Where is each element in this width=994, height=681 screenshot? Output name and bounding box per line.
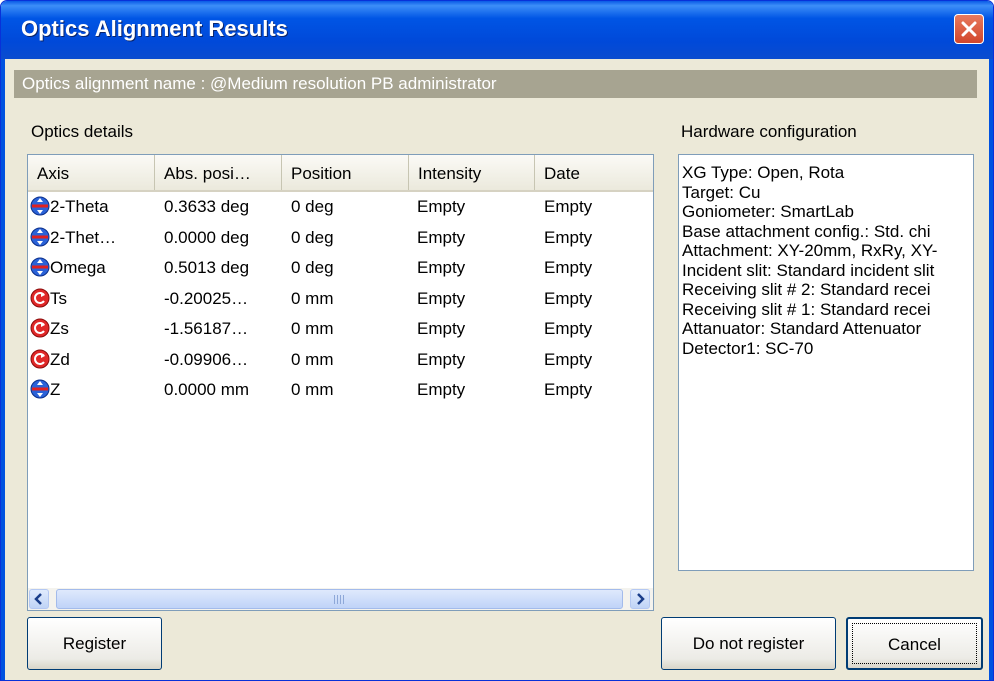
table-row[interactable]: Zd -0.09906… 0 mm Empty Empty xyxy=(28,344,653,375)
rotate-axis-icon xyxy=(30,288,50,308)
cell-axis: 2-Theta xyxy=(50,197,109,216)
cell-pos: 0 deg xyxy=(291,258,334,277)
table-row[interactable]: Zs -1.56187… 0 mm Empty Empty xyxy=(28,313,653,344)
optics-details-list[interactable]: Axis Abs. posi… Position Intensity Date … xyxy=(27,154,654,611)
cell-date: Empty xyxy=(544,227,593,247)
window-title: Optics Alignment Results xyxy=(21,16,288,41)
hardware-config-line: XG Type: Open, Rota xyxy=(682,163,845,182)
column-header-intensity[interactable]: Intensity xyxy=(409,155,535,190)
cell-pos: 0 mm xyxy=(291,319,334,338)
do-not-register-button[interactable]: Do not register xyxy=(661,617,836,670)
cell-axis: Omega xyxy=(50,258,106,277)
cell-date: Empty xyxy=(544,288,593,308)
hardware-config-line: Detector1: SC-70 xyxy=(682,338,814,358)
cell-date: Empty xyxy=(544,319,593,338)
cell-intensity: Empty xyxy=(417,380,466,399)
cell-axis: Ts xyxy=(50,288,67,308)
optics-details-label: Optics details xyxy=(31,122,134,141)
window-frame-left xyxy=(1,59,5,680)
hardware-config-line: Receiving slit # 1: Standard recei xyxy=(682,299,931,319)
window-frame-right xyxy=(989,59,993,680)
table-row[interactable]: 2-Thet… 0.0000 deg 0 deg Empty Empty xyxy=(28,222,653,253)
hardware-config-lines: XG Type: Open, Rota Target: Cu Goniometer:… xyxy=(682,163,973,358)
hardware-config-line: Receiving slit # 2: Standard recei xyxy=(682,280,931,299)
cell-date: Empty xyxy=(544,380,593,399)
cell-abs: 0.0000 mm xyxy=(164,380,250,399)
hardware-config-line: Attanuator: Standard Attenuator xyxy=(682,319,922,338)
cell-intensity: Empty xyxy=(417,258,466,277)
cell-abs: 0.0000 deg xyxy=(164,227,250,247)
column-header-position[interactable]: Position xyxy=(282,155,409,190)
optics-alignment-dialog: Optics Alignment Results Optics alignmen… xyxy=(0,0,994,681)
cell-abs: -0.09906… xyxy=(164,349,249,369)
alignment-name-bar: Optics alignment name : @Medium resoluti… xyxy=(14,70,977,98)
theta-axis-icon xyxy=(30,196,50,216)
hardware-config-line: Target: Cu xyxy=(682,182,761,202)
cell-axis: Zd xyxy=(50,349,70,369)
horizontal-scrollbar[interactable] xyxy=(28,588,653,610)
table-row[interactable]: 2-Theta 0.3633 deg 0 deg Empty Empty xyxy=(28,191,653,222)
theta-axis-icon xyxy=(30,379,50,399)
table-row[interactable]: Ts -0.20025… 0 mm Empty Empty xyxy=(28,283,653,314)
scroll-grip xyxy=(333,595,346,604)
cell-abs: 0.3633 deg xyxy=(164,197,250,216)
cell-abs: -0.20025… xyxy=(164,288,249,308)
cell-date: Empty xyxy=(544,349,593,369)
cell-date: Empty xyxy=(544,197,593,216)
cell-pos: 0 mm xyxy=(291,380,334,399)
cell-pos: 0 deg xyxy=(291,227,334,247)
register-button[interactable]: Register xyxy=(27,617,162,670)
hardware-config-line: Base attachment config.: Std. chi xyxy=(682,221,931,241)
hardware-config-textbox[interactable]: XG Type: Open, Rota Target: Cu Goniometer:… xyxy=(678,154,974,571)
cell-date: Empty xyxy=(544,258,593,277)
scroll-right-button[interactable] xyxy=(630,589,650,609)
hardware-config-line: Incident slit: Standard incident slit xyxy=(682,260,935,280)
column-header-abs-position[interactable]: Abs. posi… xyxy=(155,155,282,190)
rotate-axis-icon xyxy=(30,318,50,338)
arrow-left-icon xyxy=(34,593,42,605)
rotate-axis-icon xyxy=(30,349,50,369)
close-button[interactable] xyxy=(954,14,984,44)
title-bar[interactable]: Optics Alignment Results xyxy=(1,1,993,59)
theta-axis-icon xyxy=(30,257,50,277)
scroll-thumb[interactable] xyxy=(56,589,623,609)
hardware-config-line: Attachment: XY-20mm, RxRy, XY- xyxy=(682,241,938,260)
table-row[interactable]: Omega 0.5013 deg 0 deg Empty Empty xyxy=(28,252,653,283)
cell-pos: 0 deg xyxy=(291,197,334,216)
arrow-right-icon xyxy=(637,593,645,605)
cell-abs: -1.56187… xyxy=(164,319,249,338)
table-row[interactable]: Z 0.0000 mm 0 mm Empty Empty xyxy=(28,374,653,405)
list-header: Axis Abs. posi… Position Intensity Date xyxy=(28,155,653,192)
cell-intensity: Empty xyxy=(417,319,466,338)
cell-pos: 0 mm xyxy=(291,349,334,369)
cell-pos: 0 mm xyxy=(291,288,334,308)
scroll-left-button[interactable] xyxy=(29,589,49,609)
hardware-config-label: Hardware configuration xyxy=(681,122,857,141)
close-icon xyxy=(961,21,977,37)
cell-intensity: Empty xyxy=(417,197,466,216)
column-header-date[interactable]: Date xyxy=(535,155,653,190)
cell-intensity: Empty xyxy=(417,288,466,308)
theta-axis-icon xyxy=(30,227,50,247)
cell-axis: Z xyxy=(50,380,61,399)
cancel-button[interactable]: Cancel xyxy=(846,617,983,670)
cell-abs: 0.5013 deg xyxy=(164,258,250,277)
cell-intensity: Empty xyxy=(417,227,466,247)
hardware-config-line: Goniometer: SmartLab xyxy=(682,202,854,221)
cell-axis: Zs xyxy=(50,319,69,338)
column-header-axis[interactable]: Axis xyxy=(28,155,155,190)
cell-intensity: Empty xyxy=(417,349,466,369)
cell-axis: 2-Thet… xyxy=(50,227,117,247)
